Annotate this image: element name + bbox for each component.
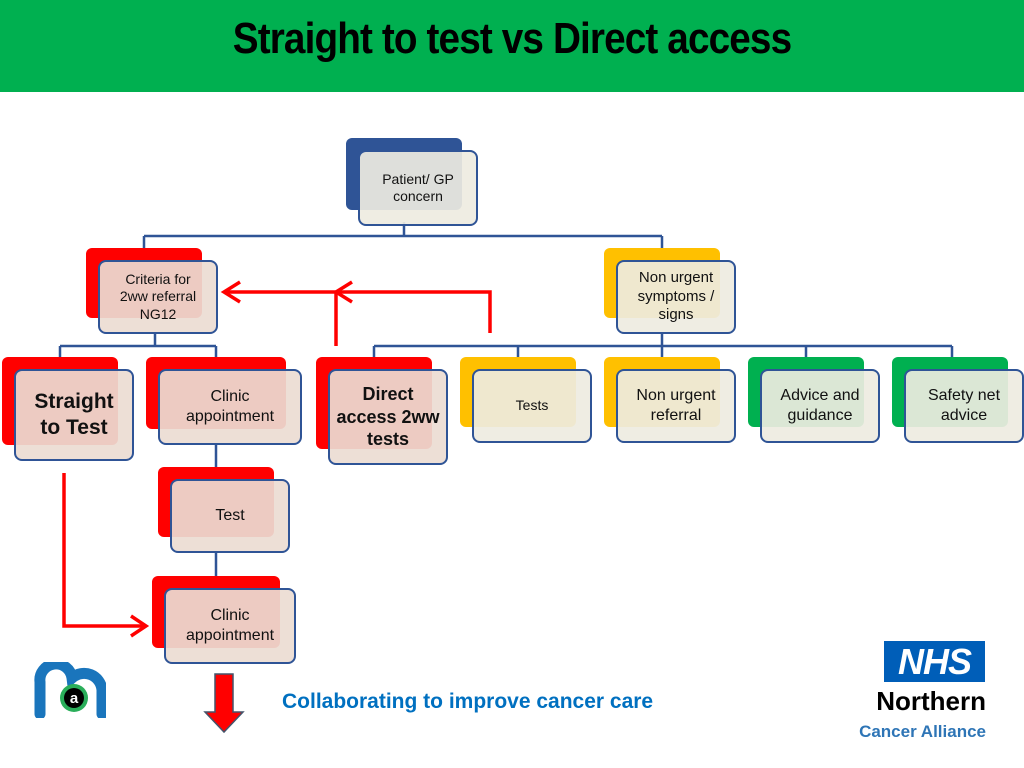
arrow-line-straight-to-clinic: [62, 473, 145, 628]
tagline: Collaborating to improve cancer care: [282, 690, 654, 713]
node-safety-net-advice: Safety net advice: [892, 357, 1024, 443]
connector-criteria-children: [58, 332, 218, 358]
node-clinic-appointment: Clinic appointment: [146, 357, 302, 445]
node-label: Straight to Test: [14, 369, 134, 461]
connector-root-level1: [142, 222, 664, 250]
nhs-org-name: Northern: [876, 686, 986, 716]
node-label: Clinic appointment: [158, 369, 302, 445]
node-label: Test: [170, 479, 290, 553]
node-non-urgent-referral: Non urgent referral: [604, 357, 736, 443]
node-label: Direct access 2ww tests: [328, 369, 448, 465]
node-label: Clinic appointment: [164, 588, 296, 664]
node-label: Non urgent symptoms / signs: [616, 260, 736, 334]
nhs-logo-badge: NHS: [884, 641, 985, 682]
node-label: Non urgent referral: [616, 369, 736, 443]
node-direct-access-2ww-tests: Direct access 2ww tests: [316, 357, 448, 465]
node-non-urgent-symptoms: Non urgent symptoms / signs: [604, 248, 736, 334]
node-criteria-2ww: Criteria for 2ww referral NG12: [86, 248, 218, 334]
node-label: Tests: [472, 369, 592, 443]
node-label: Advice and guidance: [760, 369, 880, 443]
node-label: Safety net advice: [904, 369, 1024, 443]
node-test: Test: [158, 467, 290, 553]
down-arrow-icon: [203, 673, 245, 734]
node-clinic-appointment-2: Clinic appointment: [152, 576, 296, 664]
node-label: Criteria for 2ww referral NG12: [98, 260, 218, 334]
connector-nonurgent-children: [372, 332, 954, 358]
node-advice-and-guidance: Advice and guidance: [748, 357, 880, 443]
node-straight-to-test: Straight to Test: [2, 357, 134, 461]
node-label: Patient/ GP concern: [358, 150, 478, 226]
nca-logo-icon: a: [34, 662, 106, 718]
node-patient-gp-concern: Patient/ GP concern: [346, 138, 478, 226]
arrow-line-nonurgent-to-criteria: [224, 290, 492, 333]
nhs-org-subtitle: Cancer Alliance: [859, 722, 986, 741]
node-tests: Tests: [460, 357, 592, 443]
svg-text:a: a: [70, 690, 79, 707]
